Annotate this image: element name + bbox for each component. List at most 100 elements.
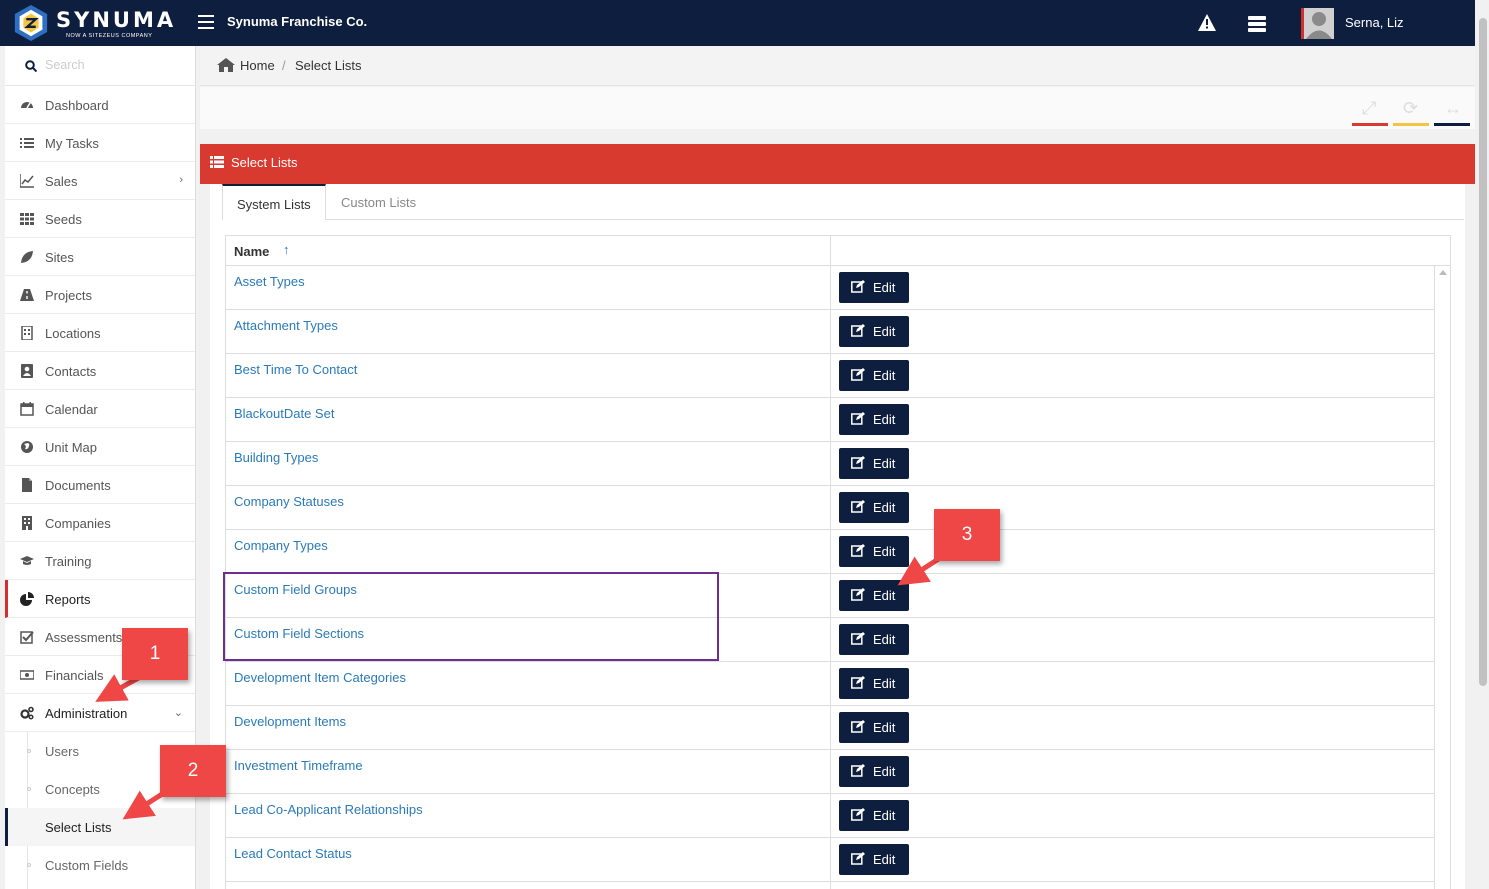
page-scrollbar-thumb[interactable] xyxy=(1479,18,1487,686)
sidebar-item-documents[interactable]: Documents xyxy=(5,466,195,504)
panel-title: Select Lists xyxy=(231,155,298,170)
sidebar-item-administration[interactable]: Administration ⌄ xyxy=(5,694,195,732)
sidebar-item-sales[interactable]: Sales › xyxy=(5,162,195,200)
grid-scrollbar[interactable] xyxy=(1434,266,1450,889)
list-name-link[interactable]: Lead Contact Status xyxy=(234,846,352,861)
table-row: Lead Contact Status Edit xyxy=(226,838,1434,882)
sidebar-item-calendar[interactable]: Calendar xyxy=(5,390,195,428)
sidebar-item-dashboard[interactable]: Dashboard xyxy=(5,86,195,124)
edit-button[interactable]: Edit xyxy=(839,448,909,479)
edit-button[interactable]: Edit xyxy=(839,404,909,435)
sidebar-item-unit-map[interactable]: Unit Map xyxy=(5,428,195,466)
warning-icon[interactable] xyxy=(1198,14,1216,31)
refresh-button[interactable]: ⟳ xyxy=(1393,96,1429,126)
column-header-name[interactable]: Name xyxy=(234,244,269,259)
user-name[interactable]: Serna, Liz xyxy=(1345,15,1404,30)
table-row: Attachment Types Edit xyxy=(226,310,1434,354)
dashboard-icon xyxy=(21,102,33,109)
sidebar-item-my-tasks[interactable]: My Tasks xyxy=(5,124,195,162)
horizontal-arrows-icon: ↔ xyxy=(1444,98,1462,118)
tool-color-bar xyxy=(1352,123,1388,126)
edit-icon xyxy=(851,632,865,645)
page-scrollbar[interactable] xyxy=(1476,0,1489,889)
panel-body: System Lists Custom Lists Name ↑ Asset T… xyxy=(210,184,1465,889)
edit-button-label: Edit xyxy=(873,588,896,603)
tab-system-lists[interactable]: System Lists xyxy=(222,184,326,220)
synuma-logo[interactable]: SYNUMA NOW A SITEZEUS COMPANY xyxy=(10,2,175,44)
table-row: Development Item Categories Edit xyxy=(226,662,1434,706)
list-name-link[interactable]: Attachment Types xyxy=(234,318,338,333)
list-name-link[interactable]: Development Items xyxy=(234,714,346,729)
edit-button[interactable]: Edit xyxy=(839,360,909,391)
sidebar-item-sites[interactable]: Sites xyxy=(5,238,195,276)
sidebar-item-seeds[interactable]: Seeds xyxy=(5,200,195,238)
sidebar-item-label: Companies xyxy=(45,516,111,531)
fullscreen-button[interactable]: ⤢ xyxy=(1352,96,1388,126)
sidebar-item-label: Calendar xyxy=(45,402,98,417)
table-row: Investment Timeframe Edit xyxy=(226,750,1434,794)
edit-button[interactable]: Edit xyxy=(839,536,909,567)
edit-button[interactable]: Edit xyxy=(839,756,909,787)
edit-icon xyxy=(851,324,865,337)
server-icon[interactable] xyxy=(1248,16,1266,32)
edit-button[interactable]: Edit xyxy=(839,844,909,875)
list-name-link[interactable]: Building Types xyxy=(234,450,318,465)
edit-button[interactable]: Edit xyxy=(839,712,909,743)
sidebar-item-label: Assessments xyxy=(45,630,123,645)
sidebar-item-projects[interactable]: Projects xyxy=(5,276,195,314)
grid-header: Name ↑ xyxy=(226,236,1450,266)
sidebar-subitem-label: Users xyxy=(45,744,79,759)
edit-icon xyxy=(851,808,865,821)
edit-button[interactable]: Edit xyxy=(839,272,909,303)
edit-button[interactable]: Edit xyxy=(839,580,909,611)
sidebar-item-training[interactable]: Training xyxy=(5,542,195,580)
edit-button-label: Edit xyxy=(873,544,896,559)
list-name-link[interactable]: Development Item Categories xyxy=(234,670,406,685)
scroll-up-arrow-icon[interactable] xyxy=(1439,270,1447,275)
sidebar-item-reports[interactable]: Reports xyxy=(5,580,195,618)
table-row: Best Time To Contact Edit xyxy=(226,354,1434,398)
sidebar-subitem-custom-fields[interactable]: Custom Fields xyxy=(5,846,195,884)
sidebar-item-companies[interactable]: Companies xyxy=(5,504,195,542)
edit-icon xyxy=(851,456,865,469)
office-building-icon xyxy=(22,516,32,530)
collapse-width-button[interactable]: ↔ xyxy=(1434,96,1470,126)
tab-label: Custom Lists xyxy=(341,195,417,210)
tab-custom-lists[interactable]: Custom Lists xyxy=(328,184,428,220)
pie-chart-icon xyxy=(20,592,34,606)
list-name-link[interactable]: Asset Types xyxy=(234,274,305,289)
home-icon[interactable] xyxy=(217,58,235,72)
edit-icon xyxy=(851,412,865,425)
list-name-link[interactable]: Company Statuses xyxy=(234,494,344,509)
edit-button[interactable]: Edit xyxy=(839,316,909,347)
globe-icon xyxy=(21,441,33,453)
edit-button[interactable]: Edit xyxy=(839,668,909,699)
edit-button-label: Edit xyxy=(873,280,896,295)
list-name-link[interactable]: Lead Co-Applicant Relationships xyxy=(234,802,423,817)
search-input[interactable] xyxy=(45,58,185,72)
avatar[interactable] xyxy=(1301,8,1334,39)
list-name-link[interactable]: Investment Timeframe xyxy=(234,758,363,773)
sidebar-item-label: Sites xyxy=(45,250,74,265)
menu-toggle-icon[interactable] xyxy=(198,15,214,29)
list-name-link[interactable]: Best Time To Contact xyxy=(234,362,357,377)
edit-button[interactable]: Edit xyxy=(839,800,909,831)
edit-button-label: Edit xyxy=(873,500,896,515)
sidebar-item-locations[interactable]: Locations xyxy=(5,314,195,352)
company-name: Synuma Franchise Co. xyxy=(227,14,368,29)
sidebar-item-label: My Tasks xyxy=(45,136,99,151)
breadcrumb-home-link[interactable]: Home xyxy=(240,58,275,73)
sidebar-item-label: Contacts xyxy=(45,364,97,379)
sidebar-item-contacts[interactable]: Contacts xyxy=(5,352,195,390)
sort-ascending-icon[interactable]: ↑ xyxy=(283,242,290,257)
edit-button-label: Edit xyxy=(873,676,896,691)
breadcrumb-current: Select Lists xyxy=(295,58,362,73)
list-name-link[interactable]: Company Types xyxy=(234,538,328,553)
checkbox-icon xyxy=(20,631,34,644)
sidebar-subitem-select-lists[interactable]: Select Lists xyxy=(5,808,195,846)
edit-button[interactable]: Edit xyxy=(839,492,909,523)
list-name-link[interactable]: BlackoutDate Set xyxy=(234,406,334,421)
edit-button[interactable]: Edit xyxy=(839,624,909,655)
panel-header: Select Lists xyxy=(200,144,1475,184)
edit-icon xyxy=(851,764,865,777)
